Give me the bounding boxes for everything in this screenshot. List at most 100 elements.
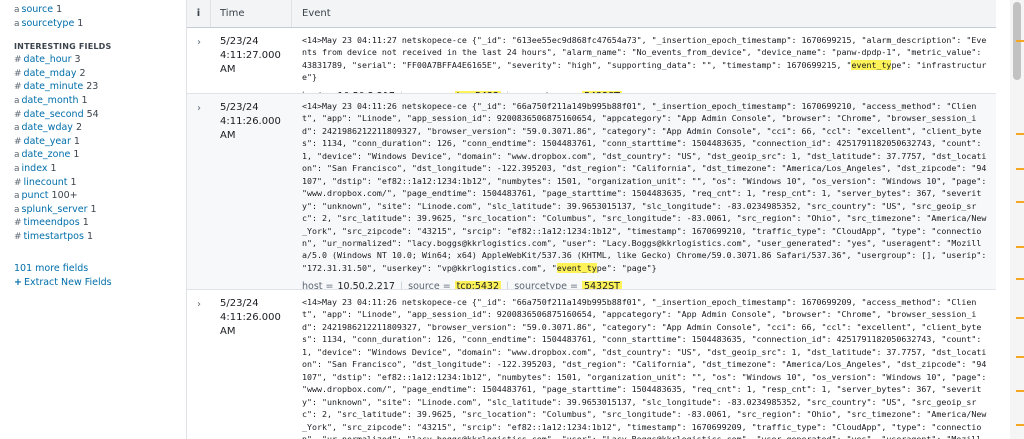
field-name[interactable]: source (22, 4, 54, 15)
field-date-minute[interactable]: # date_minute 23 (14, 80, 186, 94)
field-count: 2 (79, 67, 86, 79)
time-column-header[interactable]: Time (211, 0, 292, 27)
more-fields-link[interactable]: 101 more fields (14, 262, 186, 275)
raw-text: pe": "page"} (596, 262, 657, 273)
interesting-fields-list: # date_hour 3 # date_mday 2 # date_minute 23 a dat… (14, 53, 186, 243)
field-count: 3 (74, 54, 81, 66)
field-timeendpos[interactable]: # timeendpos 1 (14, 216, 186, 230)
field-type-icon: a (14, 191, 20, 202)
field-timestartpos[interactable]: # timestartpos 1 (14, 230, 186, 244)
field-type-icon: # (14, 55, 22, 66)
event-date: 5/23/24 (220, 298, 259, 309)
match-marker (1016, 424, 1024, 426)
field-name[interactable]: date_second (24, 109, 84, 120)
match-marker (1016, 246, 1024, 248)
field-name[interactable]: punct (22, 190, 49, 201)
match-marker (1016, 133, 1024, 135)
sourcetype-label: sourcetype = (514, 91, 578, 93)
field-date-mday[interactable]: # date_mday 2 (14, 67, 186, 81)
field-count: 1 (81, 94, 88, 106)
match-marker (1016, 278, 1024, 280)
field-type-icon: # (14, 82, 22, 93)
field-count: 100+ (51, 190, 78, 202)
field-name[interactable]: date_zone (22, 149, 71, 160)
match-marker (1016, 40, 1024, 42)
field-name[interactable]: splunk_server (22, 204, 88, 215)
sourcetype-value[interactable]: 5432ST (581, 90, 622, 93)
source-label: source = (408, 281, 451, 289)
raw-text: <14>May 23 04:11:26 netskopece-ce {"_id"… (302, 101, 987, 273)
info-icon[interactable]: i (187, 0, 211, 27)
event-clock: 4:11:27.000 AM (220, 50, 281, 75)
field-type-icon: a (14, 150, 20, 161)
field-name[interactable]: timeendpos (24, 217, 80, 228)
event-date: 5/23/24 (220, 36, 259, 47)
source-label: source = (408, 91, 451, 93)
field-count: 23 (86, 81, 99, 93)
field-name[interactable]: date_minute (24, 81, 84, 92)
extract-new-fields-link[interactable]: + Extract New Fields (14, 275, 186, 290)
host-value[interactable]: 10.50.2.217 (338, 91, 395, 93)
source-value[interactable]: tcp:5432 (454, 90, 502, 93)
field-type-icon: a (14, 204, 20, 215)
field-linecount[interactable]: # linecount 1 (14, 176, 186, 190)
host-label: host = (302, 281, 334, 289)
divider: | (506, 91, 509, 93)
event-time: 5/23/24 4:11:26.000 AM (211, 94, 292, 289)
sourcetype-value[interactable]: 5432ST (581, 281, 622, 289)
plus-icon: + (14, 276, 22, 288)
chevron-right-icon[interactable]: › (187, 290, 211, 439)
source-value[interactable]: tcp:5432 (454, 281, 502, 289)
sourcetype-label: sourcetype = (514, 281, 578, 289)
field-name[interactable]: sourcetype (22, 18, 75, 29)
field-source[interactable]: a source 1 (14, 3, 186, 17)
field-name[interactable]: timestartpos (24, 231, 84, 242)
field-type-icon: a (14, 5, 20, 15)
field-count: 1 (77, 17, 84, 29)
field-type-icon: # (14, 231, 22, 242)
field-count: 1 (70, 176, 77, 188)
field-date-wday[interactable]: a date_wday 2 (14, 121, 186, 135)
event-row: › 5/23/24 4:11:27.000 AM <14>May 23 04:11:2… (187, 28, 996, 94)
raw-event-text[interactable]: <14>May 23 04:11:26 netskopece-ce {"_id"… (302, 296, 988, 439)
field-type-icon: a (14, 18, 20, 29)
field-type-icon: # (14, 109, 22, 120)
field-name[interactable]: index (22, 163, 48, 174)
field-name[interactable]: linecount (24, 177, 68, 188)
event-row: › 5/23/24 4:11:26.000 AM <14>May 23 04:11:2… (187, 94, 996, 290)
field-type-icon: a (14, 95, 20, 106)
raw-event-text[interactable]: <14>May 23 04:11:26 netskopece-ce {"_id"… (302, 100, 988, 274)
events-table: i Time Event › 5/23/24 4:11:27.000 AM <14>M… (186, 0, 996, 439)
field-splunk-server[interactable]: a splunk_server 1 (14, 203, 186, 217)
field-date-hour[interactable]: # date_hour 3 (14, 53, 186, 67)
chevron-right-icon[interactable]: › (187, 94, 211, 289)
field-date-zone[interactable]: a date_zone 1 (14, 148, 186, 162)
field-name[interactable]: date_year (24, 136, 71, 147)
event-date: 5/23/24 (220, 102, 259, 113)
fields-sidebar: a source 1 a sourcetype 1 INTERESTING FIELDS … (0, 0, 186, 439)
chevron-right-icon[interactable]: › (187, 28, 211, 93)
event-body: <14>May 23 04:11:27 netskopece-ce {"_id"… (292, 28, 996, 93)
field-index[interactable]: a index 1 (14, 162, 186, 176)
field-count: 1 (50, 162, 57, 174)
field-sourcetype[interactable]: a sourcetype 1 (14, 17, 186, 31)
field-type-icon: # (14, 218, 22, 229)
match-marker (1016, 201, 1024, 203)
field-type-icon: # (14, 136, 22, 147)
field-count: 1 (86, 230, 93, 242)
events-table-header: i Time Event (187, 0, 996, 28)
field-name[interactable]: date_wday (22, 122, 73, 133)
field-date-second[interactable]: # date_second 54 (14, 108, 186, 122)
field-name[interactable]: date_mday (24, 68, 77, 79)
field-name[interactable]: date_month (22, 95, 79, 106)
field-date-month[interactable]: a date_month 1 (14, 94, 186, 108)
field-date-year[interactable]: # date_year 1 (14, 135, 186, 149)
field-name[interactable]: date_hour (24, 54, 72, 65)
match-marker (1016, 390, 1024, 392)
field-count: 1 (82, 217, 89, 229)
raw-event-text[interactable]: <14>May 23 04:11:27 netskopece-ce {"_id"… (302, 34, 988, 84)
field-count: 1 (90, 203, 97, 215)
host-value[interactable]: 10.50.2.217 (338, 281, 395, 289)
field-count: 1 (73, 135, 80, 147)
field-punct[interactable]: a punct 100+ (14, 189, 186, 203)
